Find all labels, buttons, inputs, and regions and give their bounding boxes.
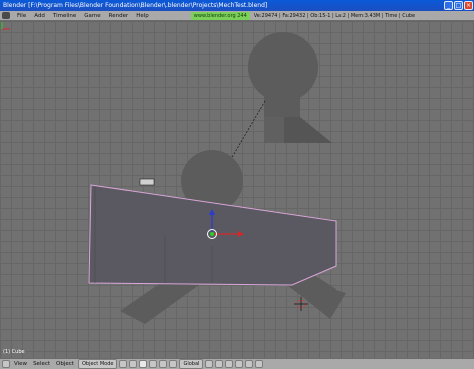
scale-icon[interactable] [169,360,178,368]
scene-stats: Ve:29474 | Fa:29432 | Ob:15-1 | La:2 | M… [253,12,416,19]
axis-indicator-icon [1,22,10,30]
minimize-button[interactable]: _ [444,1,453,10]
layer-button-2[interactable] [215,360,224,368]
right-foot [305,283,346,319]
layer-button-1[interactable] [205,360,214,368]
menu-view[interactable]: View [12,361,29,367]
blender-logo-icon[interactable] [2,12,10,19]
orientation-selector[interactable]: Global [179,359,204,369]
render-icon[interactable] [255,360,264,368]
window-titlebar: Blender [F:\Program Files\Blender Founda… [0,0,474,11]
lamp-head-sphere[interactable] [248,32,318,102]
pivot-icon[interactable] [129,360,138,368]
lock-icon[interactable] [245,360,254,368]
window-controls: _ □ × [444,1,473,10]
maximize-button[interactable]: □ [454,1,463,10]
active-object-label: (1) Cube [3,349,25,355]
menu-object[interactable]: Object [54,361,76,367]
layer-button-4[interactable] [235,360,244,368]
3d-view-header: View Select Object Object Mode Global [0,358,474,369]
widget-pivot [210,232,214,236]
blender-url-badge: www.blender.org 244 [190,11,250,20]
menu-game[interactable]: Game [80,13,104,19]
rotate-icon[interactable] [159,360,168,368]
window-title: Blender [F:\Program Files\Blender Founda… [3,2,268,9]
menu-render[interactable]: Render [105,13,133,19]
close-button[interactable]: × [464,1,473,10]
menu-add[interactable]: Add [30,13,49,19]
lamp-base-front [264,117,284,143]
menu-select[interactable]: Select [31,361,52,367]
3d-viewport[interactable]: (1) Cube [0,21,474,358]
menu-help[interactable]: Help [132,13,153,19]
menu-bar: File Add Timeline Game Render Help www.b… [0,11,474,21]
small-lamp-object[interactable] [139,178,155,186]
editor-type-icon[interactable] [2,360,10,368]
menu-timeline[interactable]: Timeline [49,13,80,19]
manipulator-toggle-icon[interactable] [139,360,148,368]
translate-icon[interactable] [149,360,158,368]
draw-type-icon[interactable] [119,360,128,368]
mode-selector[interactable]: Object Mode [77,359,118,369]
layer-button-3[interactable] [225,360,234,368]
menu-file[interactable]: File [13,13,30,19]
viewport-scene [88,32,346,324]
